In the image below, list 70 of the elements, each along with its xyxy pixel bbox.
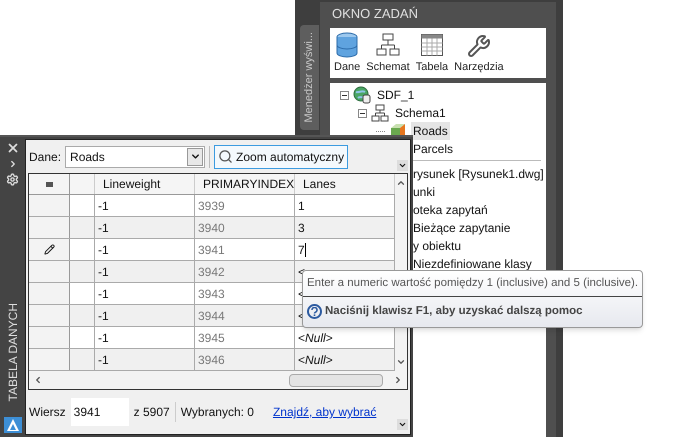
row-field[interactable]: 3941 — [70, 398, 129, 426]
selected-count: Wybranych: 0 — [180, 404, 254, 421]
globe-database-icon — [353, 86, 371, 104]
tree-item[interactable]: Roads — [411, 122, 450, 140]
tree-item[interactable]: SDF_1 — [375, 86, 416, 104]
text-cursor — [304, 242, 306, 256]
table-cell[interactable]: -1 — [95, 327, 195, 348]
scroll-down-icon[interactable] — [396, 357, 406, 367]
table-cell[interactable]: 3945 — [195, 327, 295, 348]
select-all-icon[interactable] — [46, 182, 52, 186]
toolbar-button[interactable]: Narzędzia — [454, 34, 504, 75]
row-total: z 5907 — [134, 404, 170, 421]
table-cell[interactable]: -1 — [95, 195, 195, 216]
tree-item[interactable]: unki — [413, 183, 546, 201]
logo-icon — [4, 417, 22, 433]
table-cell[interactable]: 3944 — [195, 305, 295, 326]
row-header[interactable] — [29, 239, 70, 260]
help-icon — [307, 304, 322, 320]
data-select[interactable]: Roads — [65, 146, 206, 168]
pane-title: OKNO ZADAŃ — [331, 5, 419, 24]
hierarchy-icon — [371, 104, 389, 122]
tree-item[interactable]: Schema1 — [393, 104, 448, 122]
overflow-icon[interactable] — [397, 160, 408, 171]
hierarchy-icon — [376, 32, 400, 58]
side-tab[interactable]: Menedżer wyświ... — [300, 25, 319, 130]
table-cell[interactable]: 3942 — [195, 261, 295, 282]
table-cell[interactable]: -1 — [95, 283, 195, 304]
tooltip-help: Naciśnij klawisz F1, aby uzyskać dalszą pomoc — [325, 304, 583, 320]
zoom-icon — [218, 149, 234, 164]
horizontal-scrollbar[interactable] — [29, 371, 407, 389]
tree-item[interactable]: Niezdefiniowane klasy — [413, 255, 546, 273]
table-cell[interactable]: -1 — [95, 217, 195, 238]
scroll-right-icon[interactable] — [393, 375, 403, 385]
table-icon — [420, 32, 444, 58]
scrollbar-thumb[interactable] — [289, 374, 383, 386]
database-icon — [335, 32, 360, 58]
window-side-title: TABELA DANYCH — [4, 302, 20, 401]
close-icon[interactable] — [6, 141, 20, 155]
tools-icon — [466, 34, 491, 58]
table-cell[interactable]: -1 — [95, 305, 195, 326]
toolbar-button[interactable]: Schemat — [366, 32, 410, 75]
dropdown-icon[interactable] — [187, 148, 204, 166]
tree-item[interactable]: y obiektu — [413, 237, 546, 255]
table-cell[interactable]: 3939 — [195, 195, 295, 216]
overflow-icon[interactable] — [397, 419, 408, 430]
table-cell[interactable]: 3940 — [195, 217, 295, 238]
tree-item[interactable]: oteka zapytań — [413, 201, 546, 219]
pencil-icon — [44, 244, 54, 255]
toolbar-button[interactable]: Tabela — [416, 32, 448, 75]
collapse-icon[interactable] — [340, 90, 349, 100]
find-link[interactable]: Znajdź, aby wybrać — [272, 403, 376, 421]
settings-icon[interactable] — [6, 173, 19, 186]
data-label: Dane: — [29, 148, 62, 166]
tree-item[interactable]: Parcels — [411, 140, 456, 158]
row-label: Wiersz — [29, 404, 66, 421]
table-cell[interactable]: 3946 — [195, 349, 295, 370]
table-cell[interactable]: -1 — [95, 349, 195, 370]
column-header[interactable]: Lineweight — [95, 174, 195, 194]
table-cell[interactable]: -1 — [95, 261, 195, 282]
tree-item[interactable]: Bieżące zapytanie — [413, 219, 546, 237]
scroll-up-icon[interactable] — [396, 178, 406, 188]
toolbar-button[interactable]: Dane — [334, 32, 360, 75]
column-header[interactable]: PRIMARYINDEX — [195, 174, 295, 194]
tree-item[interactable]: rysunek [Rysunek1.dwg] — [413, 165, 546, 183]
tooltip-message: Enter a numeric wartość pomiędzy 1 (inclusive) and 5 (inclusive). — [303, 271, 642, 298]
zoom-button[interactable]: Zoom automatyczny — [214, 144, 348, 168]
scroll-left-icon[interactable] — [33, 375, 43, 385]
collapse-icon[interactable] — [358, 108, 367, 118]
table-cell[interactable]: -1 — [95, 239, 195, 260]
table-cell[interactable]: 3943 — [195, 283, 295, 304]
